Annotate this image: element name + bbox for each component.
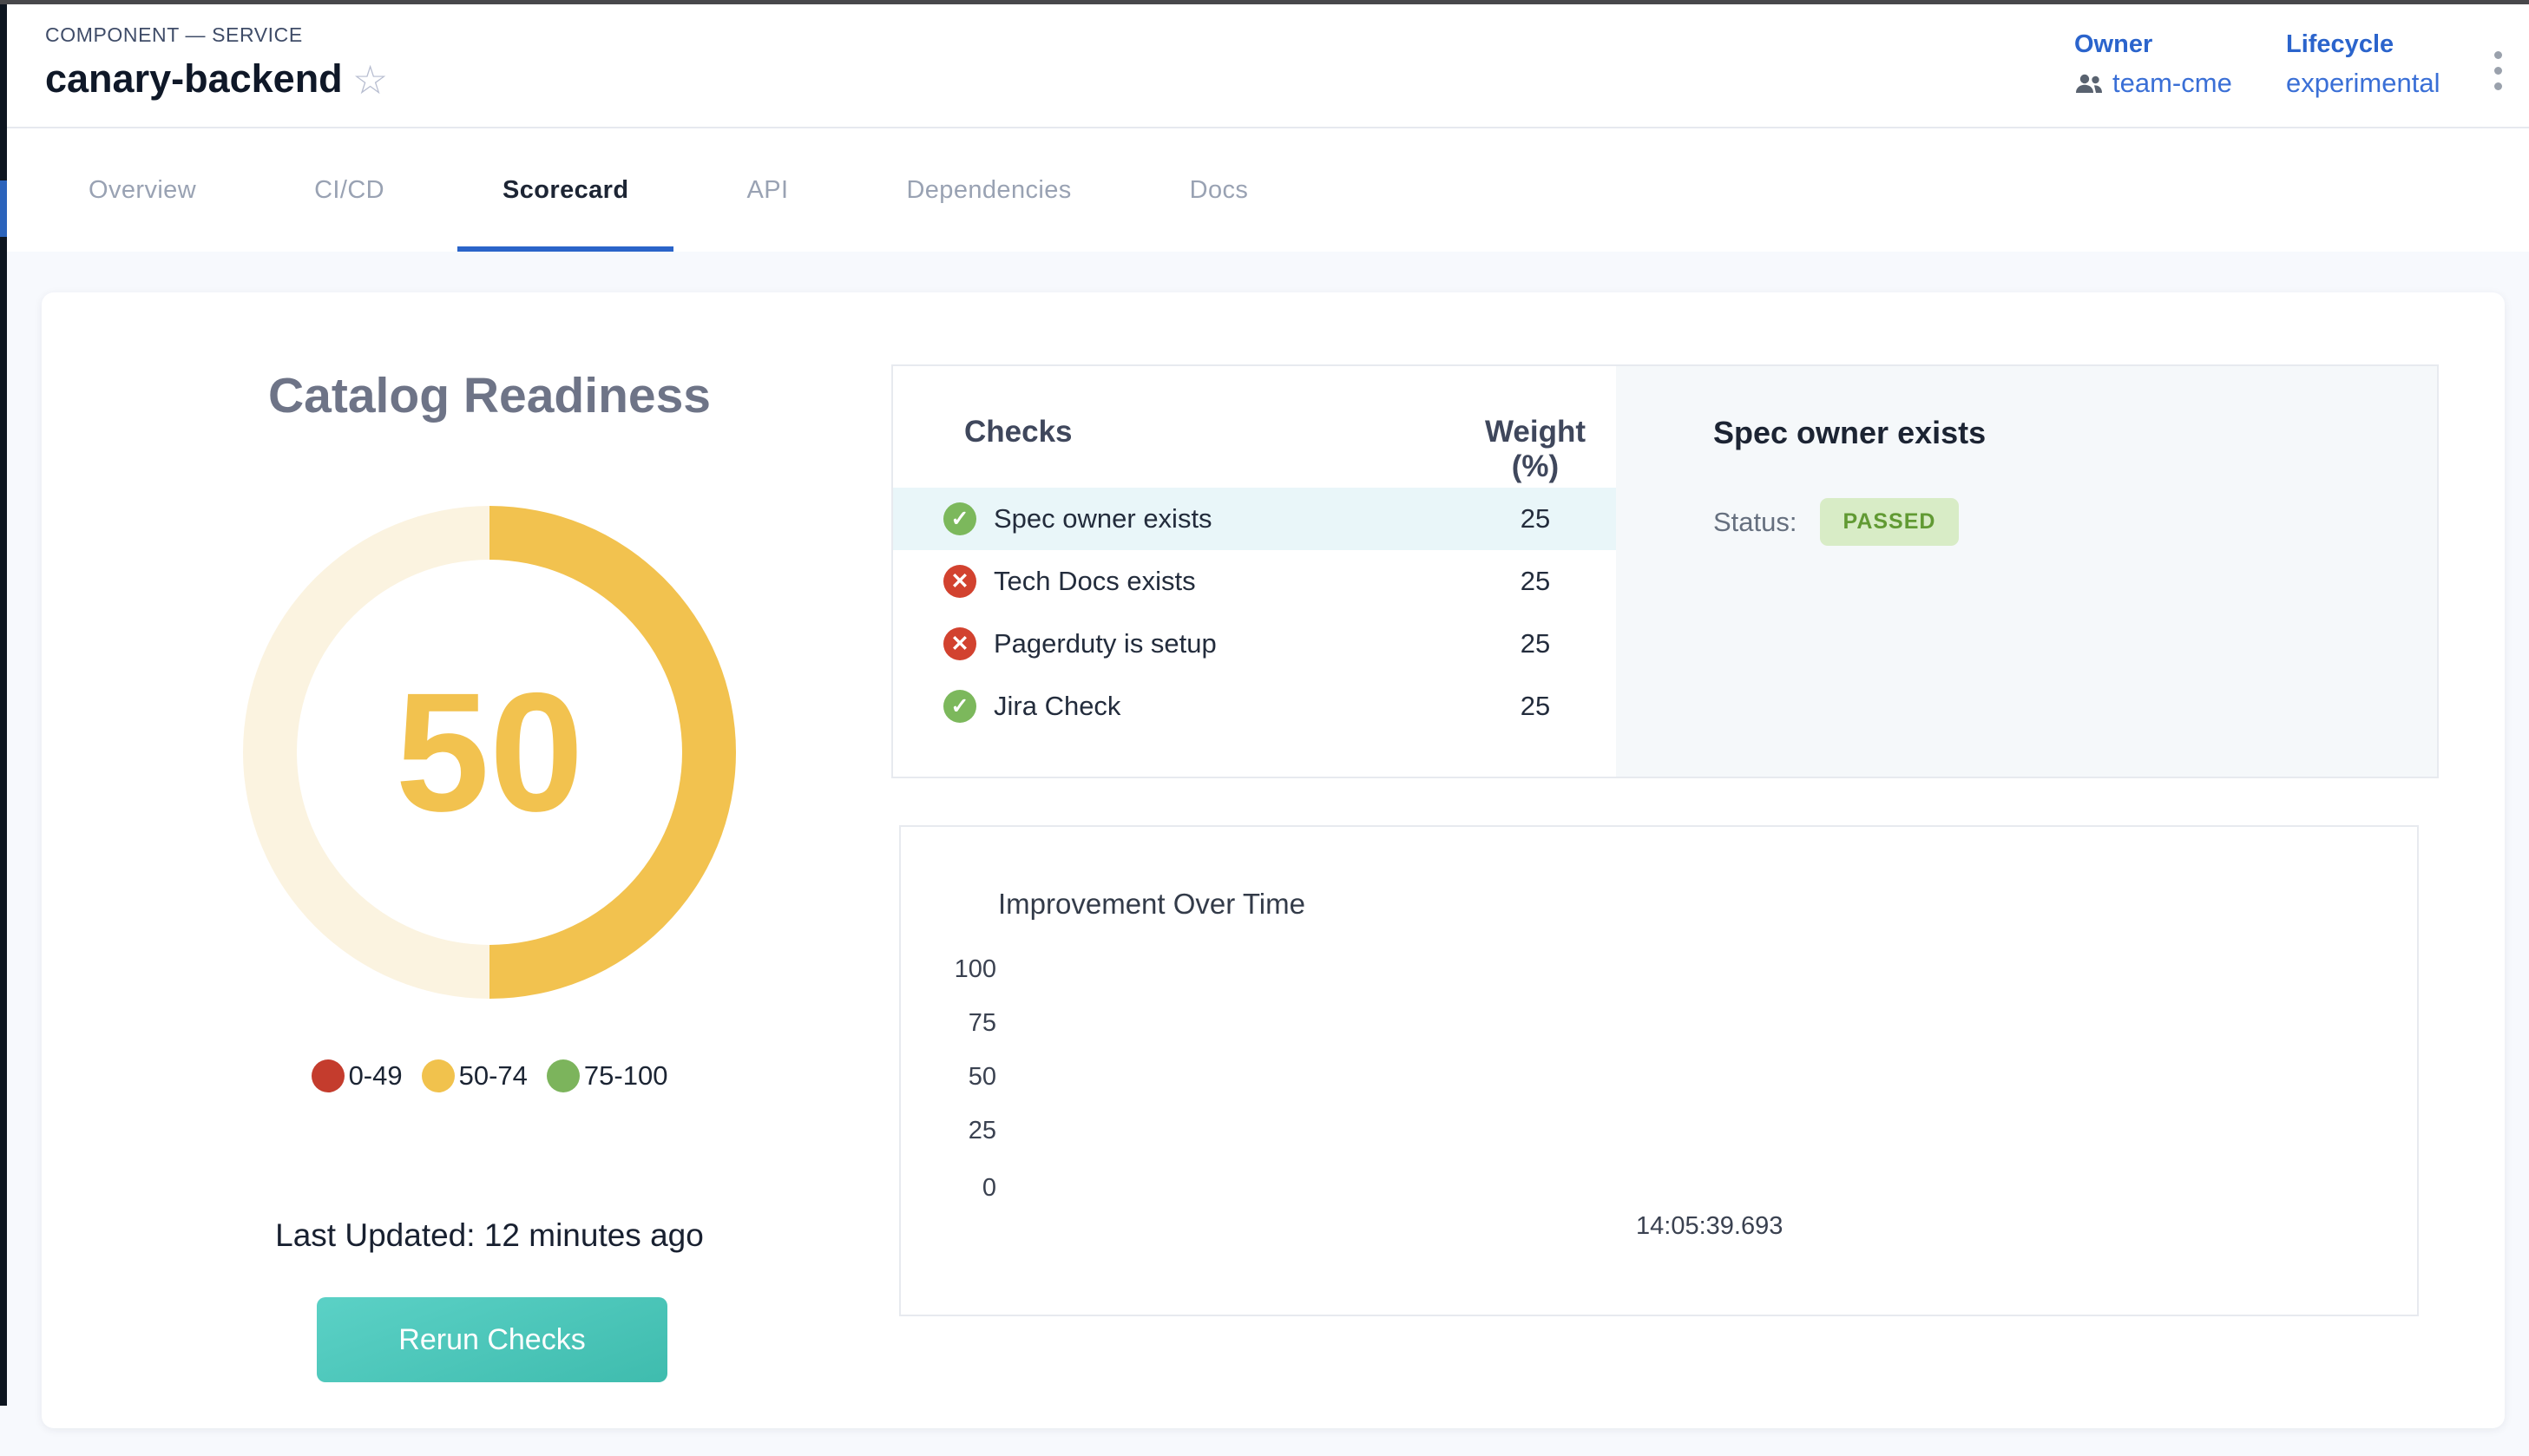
tab-scorecard[interactable]: Scorecard — [497, 128, 634, 252]
tab-api[interactable]: API — [741, 128, 793, 252]
lifecycle-block: Lifecycle experimental — [2286, 30, 2440, 99]
check-detail-panel: Spec owner exists Status: PASSED — [1616, 366, 2437, 777]
check-passed-icon: ✓ — [943, 690, 976, 723]
owner-value-link[interactable]: team-cme — [2112, 68, 2232, 99]
page-content: Catalog Readiness 50 0-49 50-74 75-100 — [0, 252, 2529, 1456]
x-axis-tick: 14:05:39.693 — [1636, 1212, 1783, 1241]
check-status-row: Status: PASSED — [1713, 498, 1959, 546]
y-axis-tick: 100 — [918, 955, 996, 984]
scorecard-title: Catalog Readiness — [186, 367, 793, 424]
score-donut-gauge: 50 — [243, 506, 736, 999]
scorecard-page: COMPONENT — SERVICE canary-backend ☆ Own… — [0, 0, 2529, 1456]
y-axis-tick: 50 — [918, 1063, 996, 1092]
page-title: canary-backend — [45, 56, 343, 102]
owner-block: Owner team-cme — [2074, 30, 2232, 99]
check-failed-icon: ✕ — [943, 627, 976, 660]
y-axis-tick: 25 — [918, 1117, 996, 1145]
entity-header: COMPONENT — SERVICE canary-backend ☆ Own… — [7, 4, 2529, 128]
scorecard-card: Catalog Readiness 50 0-49 50-74 75-100 — [42, 292, 2505, 1428]
tab-cicd[interactable]: CI/CD — [309, 128, 390, 252]
checks-panel: Spec owner exists Status: PASSED Checks … — [891, 364, 2439, 778]
check-row[interactable]: ✕ Pagerduty is setup 25 — [893, 613, 1616, 675]
legend-item-mid: 50-74 — [422, 1059, 528, 1092]
owner-label: Owner — [2074, 30, 2232, 59]
score-value: 50 — [243, 506, 736, 999]
status-label: Status: — [1713, 507, 1797, 538]
team-group-icon — [2074, 72, 2104, 95]
chart-title: Improvement Over Time — [998, 888, 1305, 921]
legend-dot-yellow — [422, 1059, 455, 1092]
checks-column-header: Checks — [964, 415, 1073, 449]
check-row[interactable]: ✓ Spec owner exists 25 — [893, 488, 1616, 550]
legend-dot-red — [312, 1059, 345, 1092]
kebab-menu-icon[interactable] — [2489, 46, 2507, 95]
rerun-checks-button[interactable]: Rerun Checks — [317, 1297, 667, 1382]
collapsed-sidebar[interactable] — [0, 4, 7, 1406]
last-updated-text: Last Updated: 12 minutes ago — [186, 1217, 793, 1254]
tab-dependencies[interactable]: Dependencies — [901, 128, 1076, 252]
weight-column-header: Weight (%) — [1457, 415, 1613, 484]
score-legend: 0-49 50-74 75-100 — [186, 1059, 793, 1092]
y-axis-tick: 0 — [918, 1174, 996, 1203]
legend-item-high: 75-100 — [547, 1059, 668, 1092]
status-badge: PASSED — [1820, 498, 1960, 546]
sidebar-active-indicator — [0, 180, 7, 237]
improvement-chart-panel: Improvement Over Time 100 75 50 25 0 14:… — [899, 825, 2419, 1316]
checks-table-header: Checks Weight (%) — [893, 366, 1616, 488]
check-failed-icon: ✕ — [943, 565, 976, 598]
tab-bar: Overview CI/CD Scorecard API Dependencie… — [7, 128, 2529, 252]
favorite-star-icon[interactable]: ☆ — [352, 60, 388, 100]
check-detail-title: Spec owner exists — [1713, 415, 1986, 451]
legend-item-low: 0-49 — [312, 1059, 403, 1092]
y-axis-tick: 75 — [918, 1009, 996, 1038]
legend-dot-green — [547, 1059, 580, 1092]
window-top-border — [0, 0, 2529, 4]
tab-docs[interactable]: Docs — [1185, 128, 1254, 252]
check-row[interactable]: ✕ Tech Docs exists 25 — [893, 550, 1616, 613]
breadcrumb: COMPONENT — SERVICE — [45, 23, 303, 47]
lifecycle-label: Lifecycle — [2286, 30, 2440, 59]
check-passed-icon: ✓ — [943, 502, 976, 535]
tab-overview[interactable]: Overview — [83, 128, 201, 252]
check-row[interactable]: ✓ Jira Check 25 — [893, 675, 1616, 738]
lifecycle-value: experimental — [2286, 68, 2440, 99]
